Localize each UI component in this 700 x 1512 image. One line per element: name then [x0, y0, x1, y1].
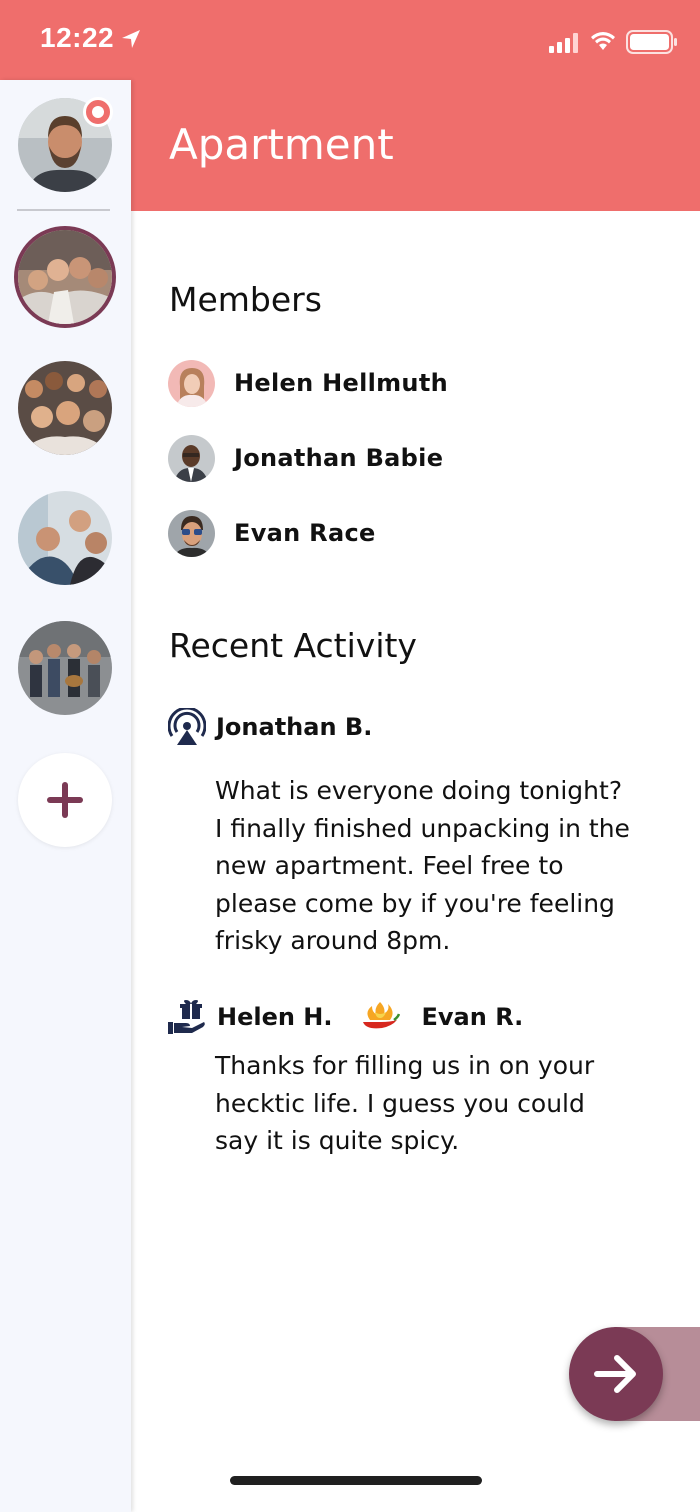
group-avatar-3[interactable] [18, 491, 112, 585]
member-row[interactable]: Helen Hellmuth [168, 359, 448, 407]
recent-activity-heading: Recent Activity [169, 626, 417, 665]
home-indicator[interactable] [230, 1476, 482, 1485]
activity-message: Thanks for filling us in on your hecktic… [215, 1051, 595, 1155]
location-arrow-icon [122, 30, 140, 48]
status-bar: 12:22 [0, 0, 700, 80]
sidebar-divider [17, 209, 110, 211]
notification-dot [83, 97, 113, 127]
page-title: Apartment [169, 120, 394, 169]
reaction-author: Evan R. [421, 1003, 524, 1031]
activity-header[interactable]: Jonathan B. [168, 708, 372, 746]
member-name: Jonathan Babie [234, 444, 444, 472]
next-button[interactable] [569, 1327, 663, 1421]
battery-icon [626, 30, 677, 54]
podcast-icon [168, 708, 206, 745]
page-header: Apartment [131, 80, 700, 211]
activity-author: Jonathan B. [216, 713, 373, 741]
signal-icon [549, 33, 578, 53]
spicy-pepper-icon [362, 1002, 400, 1029]
group-avatar-2[interactable] [18, 361, 112, 455]
arrow-right-icon [594, 1355, 636, 1393]
activity-message: What is everyone doing tonight? I finall… [215, 776, 630, 955]
group-avatar-selected[interactable] [14, 226, 116, 328]
add-group-button[interactable] [18, 753, 112, 847]
activity-author: Helen H. [217, 1003, 333, 1031]
plus-icon [47, 782, 83, 818]
group-sidebar [0, 80, 131, 1512]
activity-header[interactable]: Helen H. Evan R. [168, 1000, 523, 1034]
member-avatar [168, 434, 215, 482]
wifi-icon [591, 32, 615, 50]
status-time: 12:22 [40, 22, 115, 53]
member-avatar [168, 359, 215, 407]
members-heading: Members [169, 280, 322, 319]
member-row[interactable]: Jonathan Babie [168, 434, 443, 482]
gift-hand-icon [168, 1000, 205, 1034]
member-name: Helen Hellmuth [234, 369, 448, 397]
member-row[interactable]: Evan Race [168, 509, 376, 557]
member-name: Evan Race [234, 519, 376, 547]
member-avatar [168, 509, 215, 557]
group-avatar-4[interactable] [18, 621, 112, 715]
